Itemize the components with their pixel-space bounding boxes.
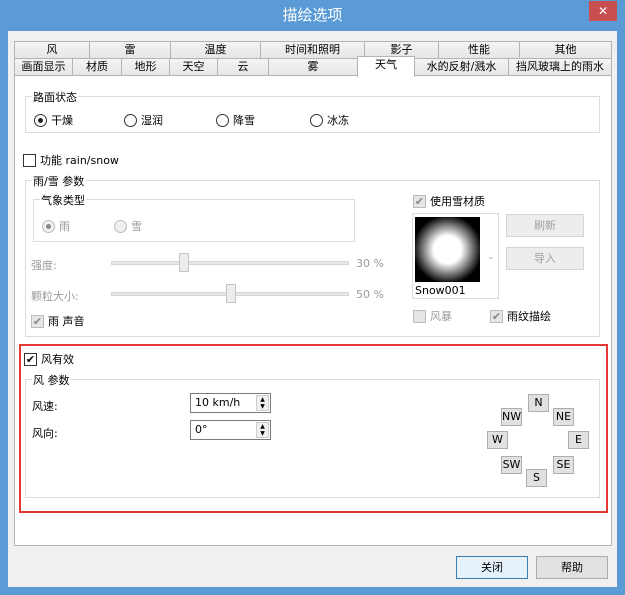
rain-sound-checkbox[interactable]: ✔ 雨 声音 — [31, 313, 85, 329]
tab-performance[interactable]: 性能 — [438, 41, 520, 59]
direction-ne-button[interactable]: NE — [553, 408, 574, 426]
wind-direction-stepper[interactable]: ▲ ▼ — [256, 422, 269, 438]
import-button[interactable]: 导入 — [506, 247, 584, 270]
intensity-label: 强度: — [31, 259, 57, 272]
wind-direction-input[interactable]: 0° ▲ ▼ — [190, 420, 271, 440]
rain-snow-group: 雨/雪 参数 气象类型 雨 雪 强度: 30 % 颗粒大小: 50 % ✔ 雨 声… — [25, 173, 600, 337]
rain-streak-checkbox[interactable]: ✔ 雨纹描绘 — [490, 308, 551, 324]
tab-wind[interactable]: 风 — [14, 41, 90, 59]
road-wet-radio[interactable]: 湿润 — [124, 112, 163, 128]
direction-n-button[interactable]: N — [528, 394, 549, 412]
window-title: 描绘选项 — [282, 6, 343, 24]
direction-e-button[interactable]: E — [568, 431, 589, 449]
road-snow-radio[interactable]: 降雪 — [216, 112, 255, 128]
road-state-group: 路面状态 干燥 湿润 降雪 冰冻 — [25, 89, 600, 133]
direction-s-button[interactable]: S — [526, 469, 547, 487]
weather-panel: 路面状态 干燥 湿润 降雪 冰冻 功能 rain/snow 雨/雪 参数 气象类… — [14, 75, 612, 546]
tab-cloud[interactable]: 云 — [217, 58, 269, 76]
rain-snow-legend: 雨/雪 参数 — [32, 173, 86, 189]
direction-w-button[interactable]: W — [487, 431, 508, 449]
tab-terrain[interactable]: 地形 — [121, 58, 170, 76]
particle-size-thumb[interactable] — [226, 284, 236, 303]
intensity-slider[interactable] — [111, 253, 349, 272]
tab-fog[interactable]: 雾 — [268, 58, 358, 76]
direction-nw-button[interactable]: NW — [501, 408, 522, 426]
tab-other[interactable]: 其他 — [519, 41, 612, 59]
intensity-thumb[interactable] — [179, 253, 189, 272]
use-snow-material-checkbox[interactable]: ✔ 使用雪材质 — [413, 193, 485, 209]
particle-size-value: 50 % — [356, 288, 384, 301]
road-state-legend: 路面状态 — [32, 89, 78, 105]
road-ice-radio[interactable]: 冰冻 — [310, 112, 349, 128]
tab-thunder[interactable]: 雷 — [89, 41, 171, 59]
tab-time-lighting[interactable]: 时间和照明 — [260, 41, 365, 59]
chevron-down-icon[interactable]: ⌄ — [487, 252, 495, 262]
direction-se-button[interactable]: SE — [553, 456, 574, 474]
help-button[interactable]: 帮助 — [536, 556, 608, 579]
tab-material[interactable]: 材质 — [72, 58, 122, 76]
snow-texture-preview — [415, 217, 480, 282]
storm-checkbox[interactable]: 风暴 — [413, 308, 452, 324]
tab-water-reflection[interactable]: 水的反射/溅水 — [414, 58, 509, 76]
material-name: Snow001 — [415, 284, 466, 297]
tab-display[interactable]: 画面显示 — [14, 58, 73, 76]
particle-size-slider[interactable] — [111, 284, 349, 303]
weather-type-legend: 气象类型 — [40, 192, 86, 208]
particle-size-label: 颗粒大小: — [31, 290, 79, 303]
close-dialog-button[interactable]: 关闭 — [456, 556, 528, 579]
wind-enabled-checkbox[interactable]: ✔ 风有效 — [24, 351, 74, 367]
wind-speed-stepper[interactable]: ▲ ▼ — [256, 395, 269, 411]
tab-weather[interactable]: 天气 — [357, 56, 415, 77]
tab-temperature[interactable]: 温度 — [170, 41, 261, 59]
intensity-value: 30 % — [356, 257, 384, 270]
weather-type-group: 气象类型 雨 雪 — [33, 192, 355, 242]
rain-snow-checkbox[interactable]: 功能 rain/snow — [23, 152, 119, 168]
wind-params-group: 风 参数 风速: 10 km/h ▲ ▼ 风向: 0° ▲ ▼ N NW NE W E … — [25, 372, 600, 498]
wind-params-legend: 风 参数 — [32, 372, 71, 388]
tab-sky[interactable]: 天空 — [169, 58, 218, 76]
refresh-button[interactable]: 刷新 — [506, 214, 584, 237]
road-dry-radio[interactable]: 干燥 — [34, 112, 73, 128]
wind-direction-label: 风向: — [32, 427, 58, 440]
rain-radio[interactable]: 雨 — [42, 218, 70, 234]
close-button[interactable]: ✕ — [589, 1, 617, 21]
direction-sw-button[interactable]: SW — [501, 456, 522, 474]
snow-radio[interactable]: 雪 — [114, 218, 142, 234]
wind-speed-label: 风速: — [32, 400, 58, 413]
wind-speed-input[interactable]: 10 km/h ▲ ▼ — [190, 393, 271, 413]
material-selector[interactable]: Snow001 ⌄ — [412, 213, 499, 299]
tab-windshield-rain[interactable]: 挡风玻璃上的雨水 — [508, 58, 612, 76]
